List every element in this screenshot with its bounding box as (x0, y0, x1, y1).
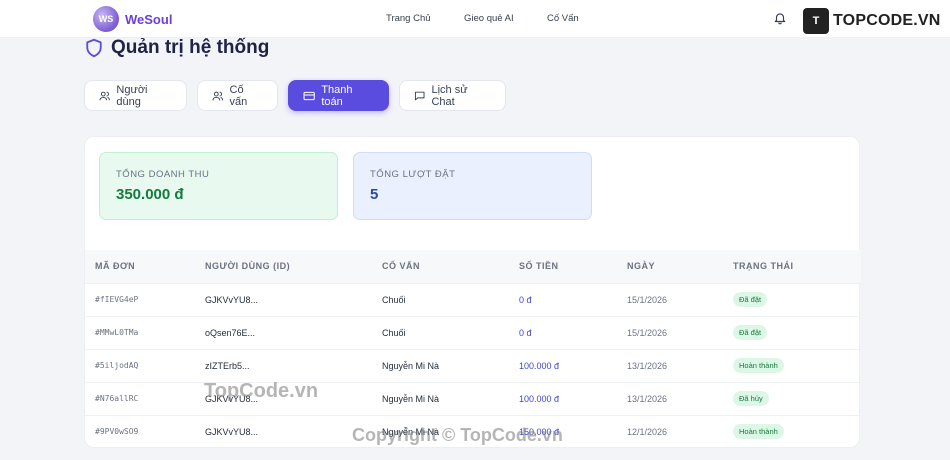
column-header-advisor: CỐ VẤN (382, 261, 421, 272)
table-header-row: MÃ ĐƠN NGƯỜI DÙNG (ID) CỐ VẤN SỐ TIỀN NG… (85, 250, 861, 283)
tab-users[interactable]: Người dùng (84, 80, 187, 111)
nav-link-home[interactable]: Trang Chủ (386, 13, 431, 24)
user-id-cell: GJKVvYU8... (195, 381, 372, 415)
status-cell: Đã hủy (723, 381, 861, 415)
user-id-cell: GJKVvYU8... (195, 282, 372, 316)
status-badge: Hoàn thành (733, 358, 784, 373)
tab-chat-history-label: Lịch sử Chat (431, 83, 468, 108)
nav-link-ai[interactable]: Gieo quẻ AI (464, 13, 514, 24)
tab-advisors[interactable]: Cố vấn (197, 80, 278, 111)
brand[interactable]: WS WeSoul (93, 6, 172, 32)
page-title: Quản trị hệ thống (85, 37, 269, 59)
date-cell: 13/1/2026 (617, 348, 723, 382)
advisor-cell: Chuối (372, 315, 509, 349)
status-badge: Đã đặt (733, 292, 768, 307)
amount-cell: 0 đ (509, 282, 617, 316)
stat-total-bookings-value: 5 (370, 186, 379, 203)
user-id-cell: oQsen76E... (195, 315, 372, 349)
user-id-cell: zIZTErb5... (195, 348, 372, 382)
date-cell: 15/1/2026 (617, 315, 723, 349)
table-row: #9PV0wSO9 GJKVvYU8... Nguyễn Mi Nà 150.0… (85, 414, 861, 448)
bell-icon[interactable] (773, 11, 787, 25)
payments-table: MÃ ĐƠN NGƯỜI DÙNG (ID) CỐ VẤN SỐ TIỀN NG… (85, 250, 861, 448)
stat-total-bookings-label: Tổng lượt đặt (370, 169, 456, 180)
users-icon (99, 91, 110, 100)
shield-icon (86, 38, 102, 58)
tab-chat-history[interactable]: Lịch sử Chat (399, 80, 506, 111)
date-cell: 15/1/2026 (617, 282, 723, 316)
tab-payments[interactable]: Thanh toán (288, 80, 389, 111)
order-id-cell: #5iljodAQ (85, 348, 195, 382)
column-header-amount: SỐ TIỀN (519, 261, 559, 272)
amount-cell: 100.000 đ (509, 348, 617, 382)
tab-payments-label: Thanh toán (321, 83, 353, 108)
watermark-logo-text: TOPCODE.VN (833, 12, 941, 29)
column-header-order-id: MÃ ĐƠN (95, 261, 136, 272)
table-row: #5iljodAQ zIZTErb5... Nguyễn Mi Nà 100.0… (85, 348, 861, 382)
status-cell: Đã đặt (723, 315, 861, 349)
users-icon (212, 91, 224, 100)
amount-cell: 100.000 đ (509, 381, 617, 415)
column-header-status: TRẠNG THÁI (733, 261, 794, 272)
stat-total-revenue-value: 350.000 đ (116, 186, 184, 203)
brand-logo: WS (93, 6, 119, 32)
amount-cell: 150.000 đ (509, 414, 617, 448)
date-cell: 13/1/2026 (617, 381, 723, 415)
nav-link-advisor[interactable]: Cố Vấn (547, 13, 579, 24)
top-navbar: WS WeSoul Trang Chủ Gieo quẻ AI Cố Vấn T… (0, 0, 950, 38)
table-row: #N76allRC GJKVvYU8... Nguyễn Mi Nà 100.0… (85, 381, 861, 415)
status-badge: Hoàn thành (733, 424, 784, 440)
status-cell: Hoàn thành (723, 414, 861, 448)
watermark-logo-box: T (803, 8, 829, 34)
order-id-cell: #fIEVG4eP (85, 282, 195, 316)
payments-panel: Tổng doanh thu 350.000 đ Tổng lượt đặt 5… (84, 136, 861, 448)
status-badge: Đã đặt (733, 325, 768, 340)
page-title-text: Quản trị hệ thống (111, 37, 270, 58)
column-header-date: NGÀY (627, 261, 656, 272)
amount-cell: 0 đ (509, 315, 617, 349)
status-cell: Hoàn thành (723, 348, 861, 382)
order-id-cell: #9PV0wSO9 (85, 414, 195, 448)
advisor-cell: Nguyễn Mi Nà (372, 348, 509, 382)
stat-total-bookings: Tổng lượt đặt 5 (353, 152, 592, 220)
advisor-cell: Nguyễn Mi Nà (372, 381, 509, 415)
chat-icon (414, 91, 425, 100)
stat-total-revenue: Tổng doanh thu 350.000 đ (99, 152, 338, 220)
advisor-cell: Nguyễn Mi Nà (372, 414, 509, 448)
order-id-cell: #MMwL0TMa (85, 315, 195, 349)
user-id-cell: GJKVvYU8... (195, 414, 372, 448)
brand-name: WeSoul (125, 11, 173, 27)
tab-advisors-label: Cố vấn (229, 83, 248, 108)
stat-total-revenue-label: Tổng doanh thu (116, 169, 210, 180)
table-row: #MMwL0TMa oQsen76E... Chuối 0 đ 15/1/202… (85, 315, 861, 349)
tab-users-label: Người dùng (116, 83, 148, 108)
credit-card-icon (303, 91, 315, 100)
advisor-cell: Chuối (372, 282, 509, 316)
status-badge: Đã hủy (733, 391, 769, 406)
watermark-logo: T TOPCODE.VN (803, 8, 941, 34)
status-cell: Đã đặt (723, 282, 861, 316)
date-cell: 12/1/2026 (617, 414, 723, 448)
column-header-user-id: NGƯỜI DÙNG (ID) (205, 261, 291, 272)
order-id-cell: #N76allRC (85, 381, 195, 415)
table-row: #fIEVG4eP GJKVvYU8... Chuối 0 đ 15/1/202… (85, 282, 861, 316)
